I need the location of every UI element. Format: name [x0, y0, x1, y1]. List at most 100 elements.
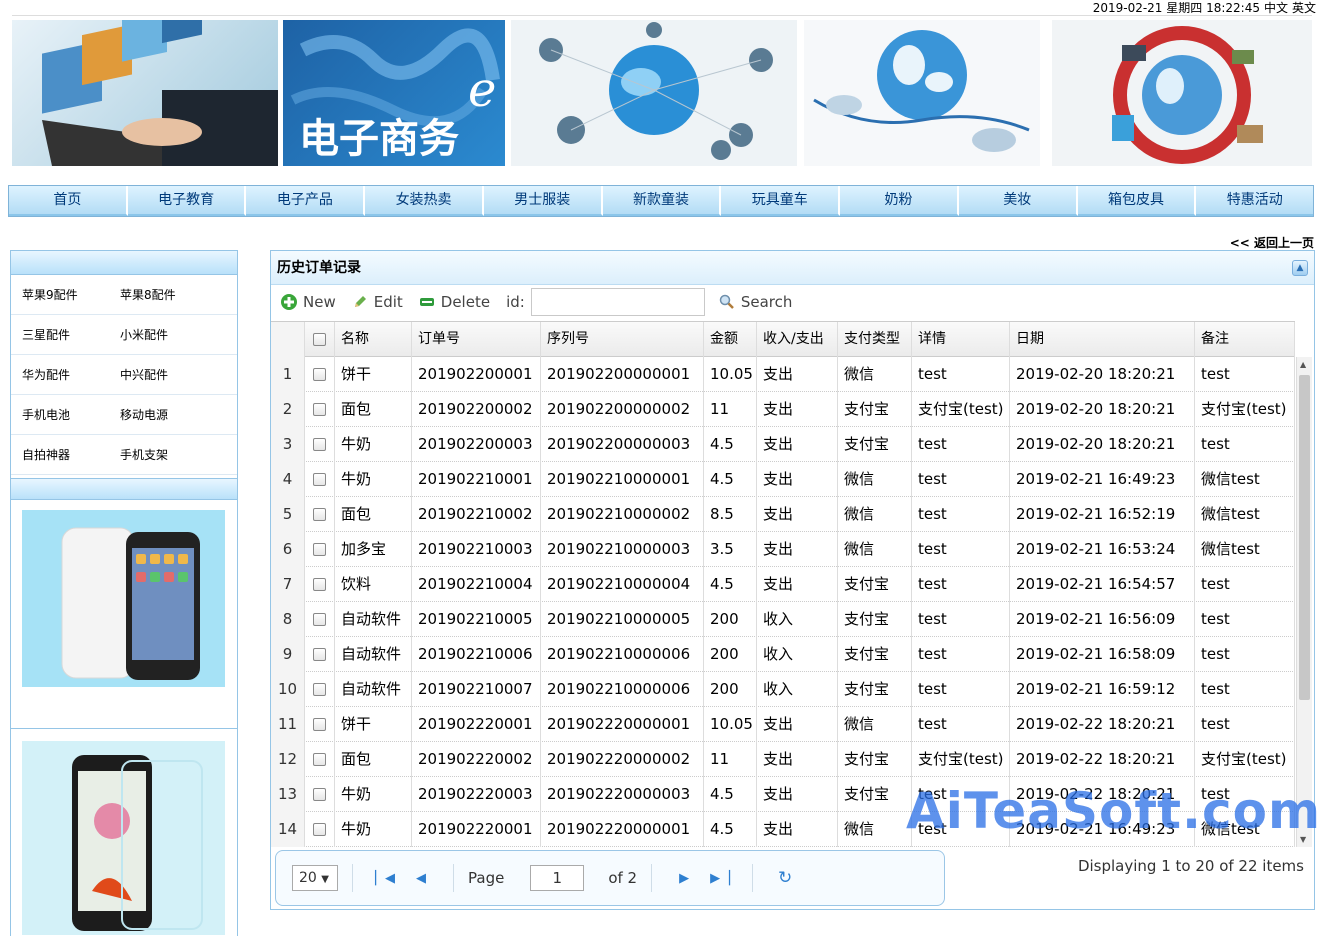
sidebar-link[interactable]: 移动电源 — [109, 406, 207, 423]
last-page-icon[interactable]: ▶▕ — [702, 871, 738, 886]
sidebar-link[interactable]: 三星配件 — [11, 326, 109, 343]
col-header-detail[interactable]: 详情 — [912, 322, 1010, 357]
table-cell: 200 — [704, 602, 757, 637]
product-image-screen-protector[interactable] — [22, 741, 225, 935]
sidebar-link[interactable]: 中兴配件 — [109, 366, 207, 383]
table-cell: 201902220000003 — [541, 777, 704, 812]
table-row[interactable]: 9 自动软件 201902210006 201902210000006 200 收入 支付宝… — [271, 637, 1295, 672]
row-number: 2 — [271, 392, 305, 427]
table-row[interactable]: 3 牛奶 201902200003 201902200000003 4.5 支出 支付宝 te… — [271, 427, 1295, 462]
table-cell: 收入 — [757, 637, 838, 672]
table-row[interactable]: 8 自动软件 201902210005 201902210000005 200 收入 支付宝… — [271, 602, 1295, 637]
table-cell: 微信 — [838, 707, 912, 742]
select-all-checkbox[interactable] — [305, 322, 335, 357]
table-cell: 4.5 — [704, 567, 757, 602]
row-checkbox[interactable] — [305, 707, 335, 742]
display-info: Displaying 1 to 20 of 22 items — [1077, 857, 1304, 875]
col-header-serial[interactable]: 序列号 — [541, 322, 704, 357]
nav-item-beauty[interactable]: 美妆 — [958, 186, 1078, 216]
lang-english-link[interactable]: 英文 — [1292, 1, 1316, 15]
back-link[interactable]: << 返回上一页 — [1230, 234, 1314, 251]
sidebar-link[interactable]: 手机支架 — [109, 446, 207, 463]
page-number-input[interactable]: 1 — [530, 865, 585, 891]
row-checkbox[interactable] — [305, 497, 335, 532]
nav-item-women[interactable]: 女装热卖 — [365, 186, 484, 216]
table-cell: 支出 — [757, 567, 838, 602]
col-header-remark[interactable]: 备注 — [1195, 322, 1295, 357]
nav-item-toys[interactable]: 玩具童车 — [721, 186, 841, 216]
table-row[interactable]: 1 饼干 201902200001 201902200000001 10.05 支出 微信 t… — [271, 357, 1295, 392]
table-row[interactable]: 10 自动软件 201902210007 201902210000006 200 收入 支付… — [271, 672, 1295, 707]
nav-item-promo[interactable]: 特惠活动 — [1196, 186, 1314, 216]
new-button[interactable]: New — [281, 293, 336, 311]
lang-chinese-link[interactable]: 中文 — [1264, 1, 1288, 15]
datetime: 2019-02-21 星期四 18:22:45 — [1092, 1, 1260, 15]
row-checkbox[interactable] — [305, 357, 335, 392]
col-header-date[interactable]: 日期 — [1010, 322, 1195, 357]
sidebar-link[interactable]: 苹果9配件 — [11, 286, 109, 303]
prev-page-icon[interactable]: ◀ — [403, 871, 439, 886]
row-checkbox[interactable] — [305, 672, 335, 707]
edit-button[interactable]: Edit — [352, 293, 403, 311]
sidebar-link[interactable]: 小米配件 — [109, 326, 207, 343]
col-header-name[interactable]: 名称 — [335, 322, 412, 357]
table-row[interactable]: 2 面包 201902200002 201902200000002 11 支出 支付宝 支付宝… — [271, 392, 1295, 427]
banner-image-network-globe — [511, 20, 797, 166]
table-cell: 面包 — [335, 392, 412, 427]
table-row[interactable]: 12 面包 201902220002 201902220000002 11 支出 支付宝 支付… — [271, 742, 1295, 777]
delete-button[interactable]: Delete — [419, 293, 490, 311]
table-row[interactable]: 7 饮料 201902210004 201902210000004 4.5 支出 支付宝 te… — [271, 567, 1295, 602]
page-size-select[interactable]: 20 ▼ — [292, 865, 338, 891]
row-checkbox[interactable] — [305, 532, 335, 567]
row-checkbox[interactable] — [305, 742, 335, 777]
search-button[interactable]: Search — [719, 293, 792, 311]
nav-item-edu[interactable]: 电子教育 — [127, 186, 247, 216]
col-header-amount[interactable]: 金额 — [704, 322, 757, 357]
nav-item-kids[interactable]: 新款童装 — [602, 186, 722, 216]
next-page-icon[interactable]: ▶ — [666, 871, 702, 886]
nav-item-bags[interactable]: 箱包皮具 — [1077, 186, 1197, 216]
row-checkbox[interactable] — [305, 812, 335, 847]
col-header-in-out[interactable]: 收入/支出 — [757, 322, 838, 357]
row-checkbox[interactable] — [305, 637, 335, 672]
nav-item-men[interactable]: 男士服装 — [483, 186, 603, 216]
sidebar-link[interactable]: 手机电池 — [11, 406, 109, 423]
row-checkbox[interactable] — [305, 602, 335, 637]
row-checkbox[interactable] — [305, 462, 335, 497]
collapse-icon[interactable]: ▲ — [1292, 260, 1308, 276]
col-header-order-no[interactable]: 订单号 — [412, 322, 541, 357]
table-cell: 支出 — [757, 462, 838, 497]
vertical-scrollbar[interactable]: ▲ ▼ — [1296, 357, 1312, 847]
first-page-icon[interactable]: ▏◀ — [367, 871, 403, 886]
row-checkbox[interactable] — [305, 567, 335, 602]
table-cell: 10.05 — [704, 707, 757, 742]
table-row[interactable]: 6 加多宝 201902210003 201902210000003 3.5 支出 微信 te… — [271, 532, 1295, 567]
sidebar-link[interactable]: 苹果8配件 — [109, 286, 207, 303]
pager-divider — [651, 864, 653, 892]
refresh-icon[interactable]: ↻ — [767, 868, 803, 888]
sidebar-header-2 — [11, 478, 237, 500]
sidebar-link[interactable]: 自拍神器 — [11, 446, 109, 463]
table-row[interactable]: 5 面包 201902210002 201902210000002 8.5 支出 微信 tes… — [271, 497, 1295, 532]
table-cell: 201902200001 — [412, 357, 541, 392]
scroll-thumb[interactable] — [1299, 375, 1310, 700]
sidebar-link[interactable]: 华为配件 — [11, 366, 109, 383]
table-cell: 支付宝 — [838, 427, 912, 462]
nav-item-milk[interactable]: 奶粉 — [840, 186, 959, 216]
row-checkbox[interactable] — [305, 427, 335, 462]
table-row[interactable]: 4 牛奶 201902210001 201902210000001 4.5 支出 微信 tes… — [271, 462, 1295, 497]
table-cell: 200 — [704, 637, 757, 672]
table-row[interactable]: 11 饼干 201902220001 201902220000001 10.05 支出 微信… — [271, 707, 1295, 742]
row-checkbox[interactable] — [305, 777, 335, 812]
table-cell: test — [1195, 707, 1295, 742]
id-input[interactable] — [530, 288, 705, 316]
table-cell: 201902210000006 — [541, 637, 704, 672]
scroll-up-icon[interactable]: ▲ — [1300, 360, 1306, 369]
product-image-phone-case[interactable] — [22, 510, 225, 687]
row-checkbox[interactable] — [305, 392, 335, 427]
row-number: 7 — [271, 567, 305, 602]
row-number: 8 — [271, 602, 305, 637]
nav-item-electronics[interactable]: 电子产品 — [246, 186, 366, 216]
nav-item-home[interactable]: 首页 — [9, 186, 128, 216]
col-header-pay-type[interactable]: 支付类型 — [838, 322, 912, 357]
